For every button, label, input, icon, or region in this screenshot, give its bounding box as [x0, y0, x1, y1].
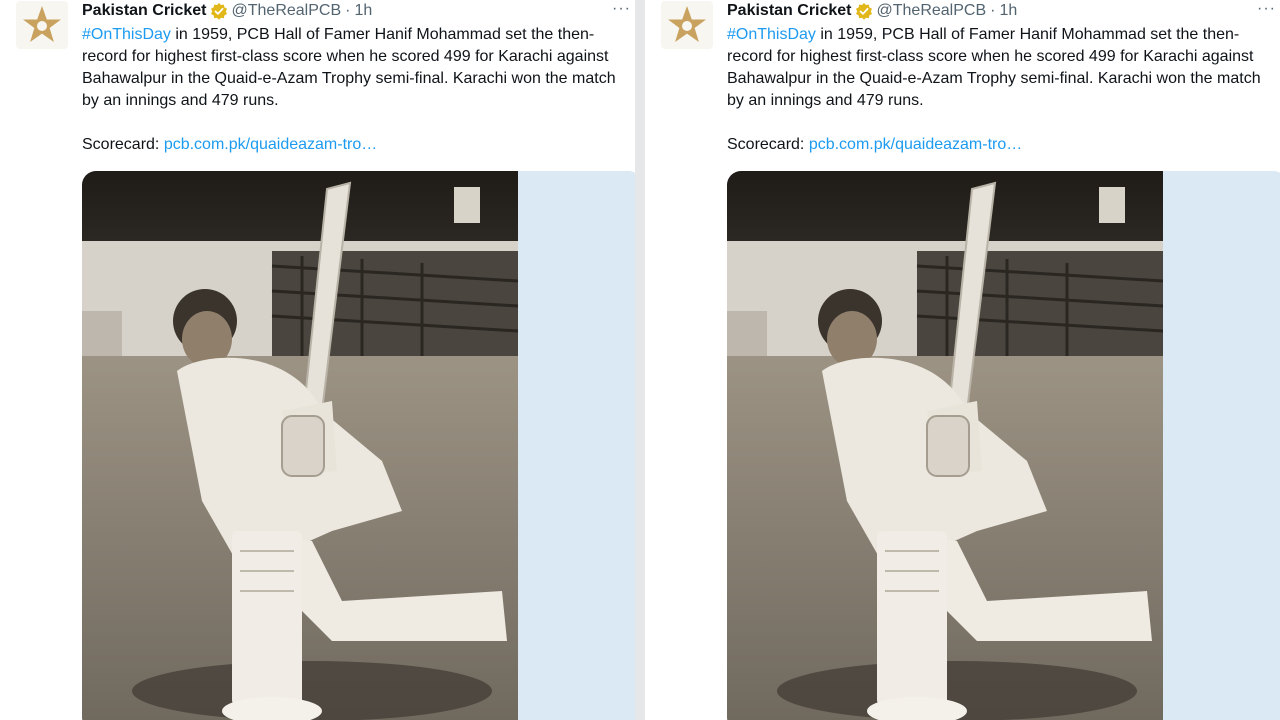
scorecard-link[interactable]: pcb.com.pk/quaideazam-tro… — [809, 136, 1022, 153]
hashtag-link[interactable]: #OnThisDay — [82, 26, 171, 43]
tweet-line-2: record for highest first-class score whe… — [82, 48, 609, 65]
tweet-body: #OnThisDay in 1959, PCB Hall of Famer Ha… — [82, 24, 635, 112]
tweet-line-1-text: in 1959, PCB Hall of Famer Hanif Mohamma… — [170, 26, 595, 43]
panel-divider — [635, 0, 645, 720]
tweet-time[interactable]: 1h — [999, 1, 1017, 21]
separator-dot: · — [990, 2, 996, 19]
separator-dot: · — [345, 2, 351, 19]
scorecard-label: Scorecard: — [82, 136, 164, 153]
tweet-media[interactable] — [727, 171, 1280, 720]
author-handle[interactable]: @TheRealPCB — [877, 1, 987, 21]
scorecard-line: Scorecard: pcb.com.pk/quaideazam-tro… — [727, 134, 1022, 156]
cricket-photo[interactable] — [82, 171, 518, 720]
author-avatar[interactable] — [661, 1, 713, 49]
tweet-line-1-text: in 1959, PCB Hall of Famer Hanif Mohamma… — [815, 26, 1240, 43]
scorecard-link[interactable]: pcb.com.pk/quaideazam-tro… — [164, 136, 377, 153]
tweet-header: Pakistan Cricket @TheRealPCB · 1h — [82, 0, 372, 22]
tweet-panel-right: Pakistan Cricket @TheRealPCB · 1h ··· #O… — [645, 0, 1280, 720]
tweet-line-3: Bahawalpur in the Quaid-e-Azam Trophy se… — [727, 70, 1261, 87]
pcb-star-logo-icon — [23, 6, 61, 42]
scorecard-line: Scorecard: pcb.com.pk/quaideazam-tro… — [82, 134, 377, 156]
screenshot-stage: Pakistan Cricket @TheRealPCB · 1h ··· #O… — [0, 0, 1280, 720]
verified-badge-icon — [210, 2, 228, 20]
verified-badge-icon — [855, 2, 873, 20]
tweet-line-2: record for highest first-class score whe… — [727, 48, 1254, 65]
tweet-line-4: by an innings and 479 runs. — [82, 92, 279, 109]
tweet-body: #OnThisDay in 1959, PCB Hall of Famer Ha… — [727, 24, 1280, 112]
tweet-media[interactable] — [82, 171, 635, 720]
tweet-panel-left: Pakistan Cricket @TheRealPCB · 1h ··· #O… — [0, 0, 635, 720]
hashtag-link[interactable]: #OnThisDay — [727, 26, 816, 43]
author-name[interactable]: Pakistan Cricket — [727, 1, 852, 21]
tweet-line-1: #OnThisDay in 1959, PCB Hall of Famer Ha… — [727, 24, 1280, 46]
author-handle[interactable]: @TheRealPCB — [232, 1, 342, 21]
author-avatar[interactable] — [16, 1, 68, 49]
scorecard-label: Scorecard: — [727, 136, 809, 153]
tweet-header: Pakistan Cricket @TheRealPCB · 1h — [727, 0, 1017, 22]
cricket-photo[interactable] — [727, 171, 1163, 720]
tweet-time[interactable]: 1h — [354, 1, 372, 21]
more-options-icon[interactable]: ··· — [1257, 0, 1276, 18]
media-side-area — [1163, 171, 1280, 720]
tweet-line-1: #OnThisDay in 1959, PCB Hall of Famer Ha… — [82, 24, 635, 46]
media-side-area — [518, 171, 635, 720]
more-options-icon[interactable]: ··· — [612, 0, 631, 18]
tweet-line-3: Bahawalpur in the Quaid-e-Azam Trophy se… — [82, 70, 616, 87]
tweet-line-4: by an innings and 479 runs. — [727, 92, 924, 109]
pcb-star-logo-icon — [668, 6, 706, 42]
author-name[interactable]: Pakistan Cricket — [82, 1, 207, 21]
